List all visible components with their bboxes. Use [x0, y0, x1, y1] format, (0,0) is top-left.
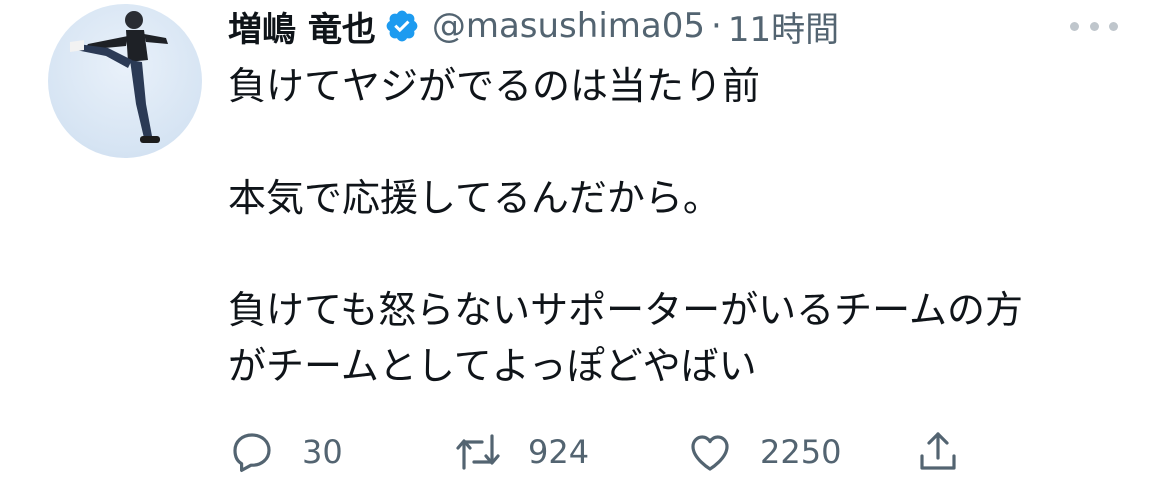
tweet-header: 増嶋 竜也 @masushima05 · 11時間 — [228, 2, 839, 50]
tweet-line: 負けても怒らないサポーターがいるチームの方 — [228, 288, 1023, 332]
author-handle[interactable]: @masushima05 — [432, 6, 705, 46]
separator-dot: · — [711, 6, 722, 46]
tweet-paragraph: 本気で応援してるんだから。 — [228, 170, 1138, 226]
retweet-icon — [456, 434, 500, 470]
tweet-paragraph: 負けてヤジがでるのは当たり前 — [228, 58, 1138, 114]
tweet-line: 本気で応援してるんだから。 — [228, 176, 721, 220]
reply-count: 30 — [302, 433, 343, 471]
retweet-button[interactable]: 924 — [454, 424, 589, 480]
like-button[interactable]: 2250 — [686, 424, 841, 480]
action-bar: 30 924 2250 — [228, 424, 988, 480]
more-options-icon[interactable] — [1070, 16, 1118, 36]
tweet-line: がチームとしてよっぽどやばい — [228, 344, 757, 388]
tweet-text: 負けてヤジがでるのは当たり前 本気で応援してるんだから。 負けても怒らないサポー… — [228, 58, 1138, 394]
avatar[interactable] — [48, 4, 202, 158]
tweet-line: 負けてヤジがでるのは当たり前 — [228, 64, 761, 108]
avatar-photo — [70, 11, 168, 143]
more-dot — [1070, 21, 1079, 31]
verified-badge-icon — [386, 10, 418, 42]
more-dot — [1089, 21, 1099, 31]
heart-icon — [691, 435, 729, 471]
share-icon — [920, 432, 956, 470]
tweet-paragraph: 負けても怒らないサポーターがいるチームの方 がチームとしてよっぽどやばい — [228, 282, 1138, 394]
like-count: 2250 — [760, 433, 842, 471]
timestamp[interactable]: 11時間 — [728, 2, 839, 51]
reply-button[interactable]: 30 — [228, 424, 343, 480]
author-name[interactable]: 増嶋 竜也 — [228, 2, 376, 51]
share-button[interactable] — [914, 424, 962, 480]
more-dot — [1109, 21, 1118, 31]
retweet-count: 924 — [528, 433, 590, 471]
reply-icon — [233, 433, 271, 472]
